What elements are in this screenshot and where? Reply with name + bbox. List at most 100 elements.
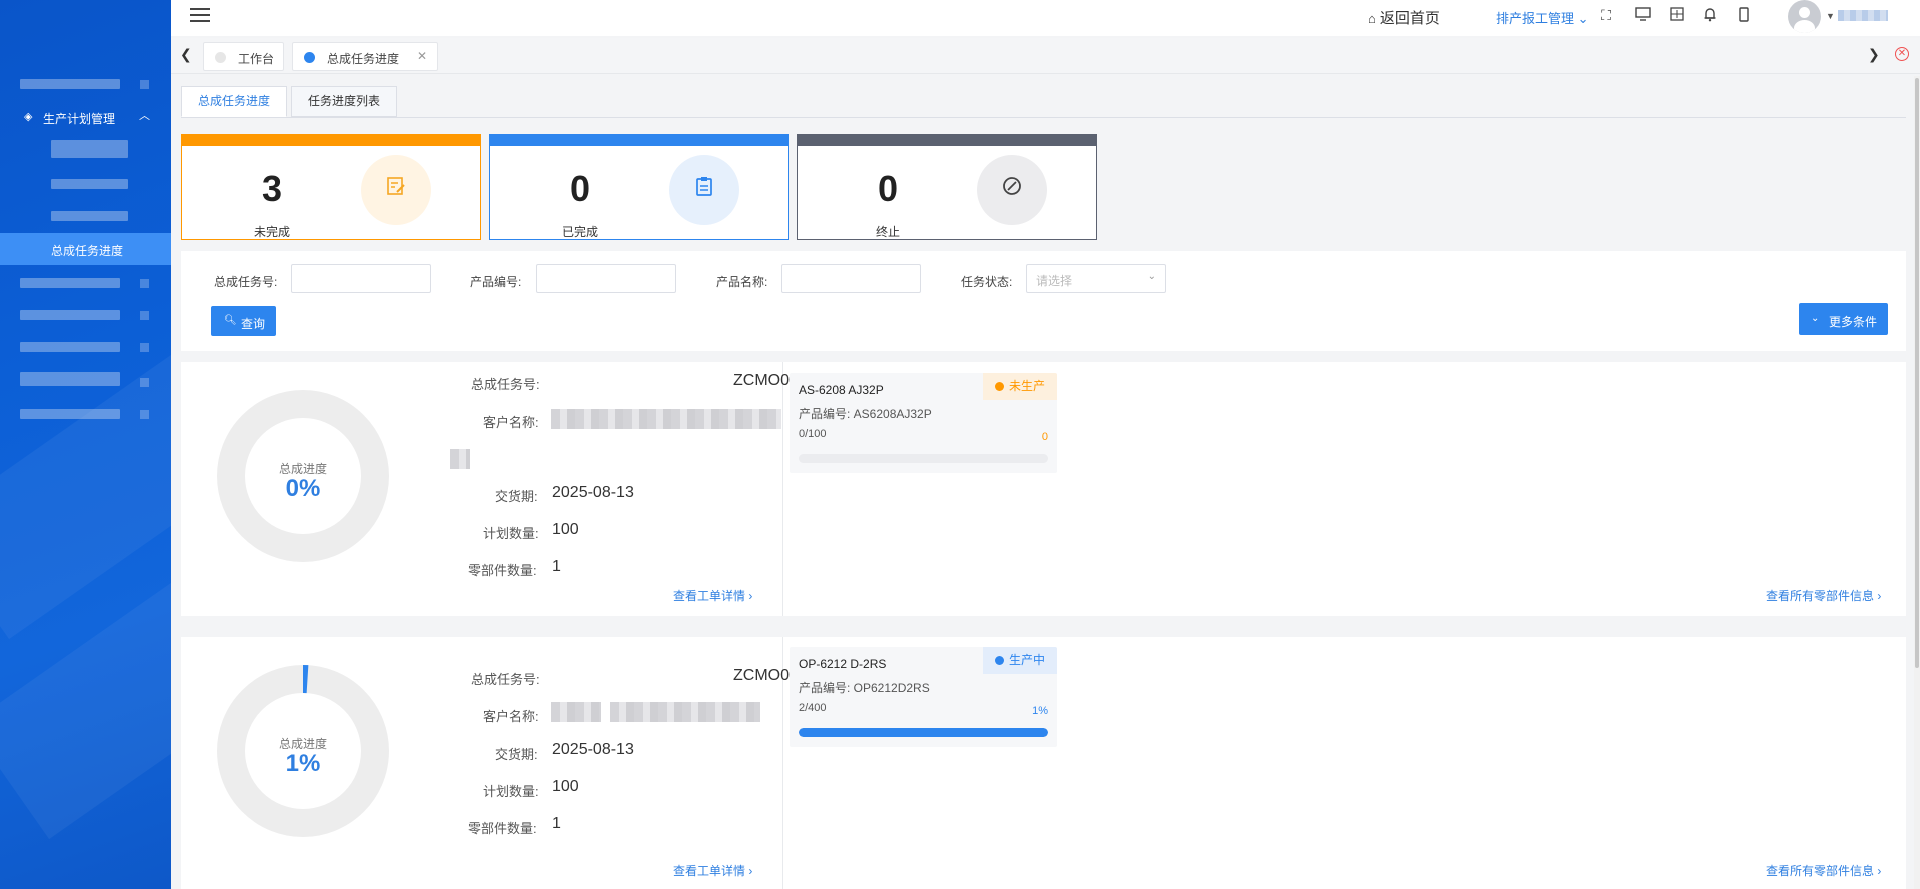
sidebar-item-blurred[interactable] [20, 372, 120, 386]
view-all-parts-link[interactable]: 查看所有零部件信息 › [1766, 862, 1881, 879]
part-code: 产品编号: AS6208AJ32P [799, 407, 932, 421]
sidebar-item-blurred[interactable] [20, 278, 120, 288]
fullscreen-icon[interactable]: ⛶ [1597, 7, 1615, 25]
delivery-value: 2025-08-13 [552, 741, 634, 758]
part-qty: 2/400 [799, 702, 827, 714]
plan-qty-label: 计划数量: [483, 784, 539, 799]
stat-card-completed: 0 已完成 [489, 134, 789, 240]
home-link[interactable]: ⌂ 返回首页 [1368, 7, 1440, 28]
stat-label: 未完成 [253, 225, 290, 239]
module-menu-dropdown[interactable]: 排产报工管理 ⌄ [1496, 8, 1589, 27]
sidebar-item-icon [140, 378, 149, 387]
task-card: 总成进度 0% 总成任务号: ZCMO001423-101807 客户名称: 交… [181, 362, 1906, 616]
sidebar-subitem-blurred[interactable] [51, 140, 128, 158]
sidebar-item-assembly-progress[interactable]: 总成任务进度 [0, 233, 171, 265]
stat-value: 0 [569, 168, 591, 209]
delivery-label: 交货期: [495, 747, 538, 762]
tab-assembly-progress[interactable]: 总成任务进度 ✕ [292, 42, 438, 71]
status-badge-label: 生产中 [1008, 653, 1045, 667]
customer-label: 客户名称: [483, 709, 539, 724]
view-all-parts-link[interactable]: 查看所有零部件信息 › [1766, 587, 1881, 604]
task-no-label: 总成任务号: [471, 377, 540, 392]
mobile-icon[interactable] [1735, 7, 1753, 25]
progress-percent: 1% [285, 750, 321, 777]
tab-workbench[interactable]: 工作台 [203, 42, 284, 71]
customer-label: 客户名称: [483, 415, 539, 430]
view-order-detail-link[interactable]: 查看工单详情 › [673, 862, 752, 879]
status-badge: 生产中 [983, 647, 1057, 674]
stat-value: 0 [877, 168, 899, 209]
task-no-input[interactable] [291, 264, 431, 293]
product-name-input[interactable] [781, 264, 921, 293]
home-label: 返回首页 [1379, 10, 1440, 27]
customer-name-blurred [610, 702, 760, 722]
sidebar-item-blurred[interactable] [20, 342, 120, 352]
avatar[interactable] [1788, 0, 1821, 33]
part-tile[interactable]: AS-6208 AJ32P 产品编号: AS6208AJ32P 0/100 0 … [790, 373, 1057, 473]
bell-icon[interactable] [1701, 7, 1719, 25]
view-order-detail-link[interactable]: 查看工单详情 › [673, 587, 752, 604]
tab-label: 总成任务进度 [327, 52, 400, 66]
plan-qty-value: 100 [552, 521, 579, 538]
status-badge: 未生产 [983, 373, 1057, 400]
parts-qty-label: 零部件数量: [468, 563, 537, 578]
query-button[interactable]: 🔍︎ 查询 [211, 306, 276, 336]
part-progress-bar [799, 454, 1048, 463]
caret-down-icon[interactable]: ▼ [1826, 11, 1835, 21]
part-code: 产品编号: OP6212D2RS [799, 681, 930, 695]
subtab-progress-list[interactable]: 任务进度列表 [291, 86, 397, 117]
status-select[interactable]: 请选择 ⌄ [1026, 264, 1166, 293]
sidebar-group-label: 生产计划管理 [43, 112, 116, 126]
part-progress-fill [799, 728, 1048, 737]
sidebar-item-blurred[interactable] [20, 310, 120, 320]
monitor-icon[interactable] [1634, 7, 1652, 25]
stat-label: 终止 [875, 225, 900, 239]
module-menu-label: 排产报工管理 [1496, 11, 1575, 26]
more-conditions-label: 更多条件 [1829, 315, 1878, 329]
sidebar-group-production-plan[interactable]: ◈ 生产计划管理 ︿ [0, 106, 171, 128]
part-progress-bar [799, 728, 1048, 737]
part-percent: 1% [1032, 705, 1048, 717]
sidebar: ◈ 生产计划管理 ︿ 总成任务进度 [0, 0, 171, 889]
filter-label-status: 任务状态: [961, 275, 1013, 289]
progress-percent: 0% [285, 475, 321, 502]
more-conditions-button[interactable]: ⌄ 更多条件 [1799, 303, 1888, 335]
parts-qty-value: 1 [552, 815, 561, 832]
stat-label: 已完成 [561, 225, 598, 239]
calendar-icon[interactable] [1668, 7, 1686, 25]
menu-icon[interactable] [190, 8, 210, 24]
scrollbar-thumb[interactable] [1915, 78, 1919, 668]
chevron-down-icon: ⌄ [1577, 11, 1589, 26]
sidebar-item-icon [140, 410, 149, 419]
progress-donut: 总成进度 1% [217, 665, 389, 837]
sidebar-item-blurred[interactable] [20, 409, 120, 419]
tabs-scroll-left-icon[interactable]: ❮ [180, 46, 192, 63]
sidebar-item-icon [140, 343, 149, 352]
part-name: OP-6212 D-2RS [799, 657, 887, 671]
product-code-input[interactable] [536, 264, 676, 293]
part-tile[interactable]: OP-6212 D-2RS 产品编号: OP6212D2RS 2/400 1% … [790, 647, 1057, 747]
chevron-up-icon: ︿ [139, 110, 150, 122]
sidebar-subitem-blurred[interactable] [51, 211, 128, 221]
close-all-tabs-icon[interactable]: ✕ [1895, 47, 1909, 61]
chevron-down-icon: ⌄ [1147, 271, 1156, 282]
customer-name-blurred [551, 409, 781, 429]
chevron-down-icon: ⌄ [1811, 313, 1820, 324]
filter-label-task-no: 总成任务号: [214, 275, 278, 289]
sidebar-item-blurred[interactable] [20, 79, 120, 89]
task-card: 总成进度 1% 总成任务号: ZCMO001565-101839 客户名称: 交… [181, 637, 1906, 889]
tab-status-dot [304, 52, 315, 63]
tabs-scroll-right-icon[interactable]: ❯ [1868, 46, 1880, 63]
subtab-assembly-progress[interactable]: 总成任务进度 [181, 86, 287, 117]
progress-donut: 总成进度 0% [217, 390, 389, 562]
layers-icon: ◈ [24, 111, 33, 123]
tab-status-dot [215, 52, 226, 63]
user-name-blurred[interactable] [1838, 10, 1888, 21]
stat-card-unfinished: 3 未完成 [181, 134, 481, 240]
close-icon[interactable]: ✕ [417, 49, 427, 63]
part-percent: 0 [1041, 431, 1048, 443]
sidebar-subitem-blurred[interactable] [51, 179, 128, 189]
stat-value: 3 [261, 168, 283, 209]
tabs-bar: ❮ 工作台 总成任务进度 ✕ ❯ [171, 38, 1920, 74]
parts-qty-value: 1 [552, 558, 561, 575]
